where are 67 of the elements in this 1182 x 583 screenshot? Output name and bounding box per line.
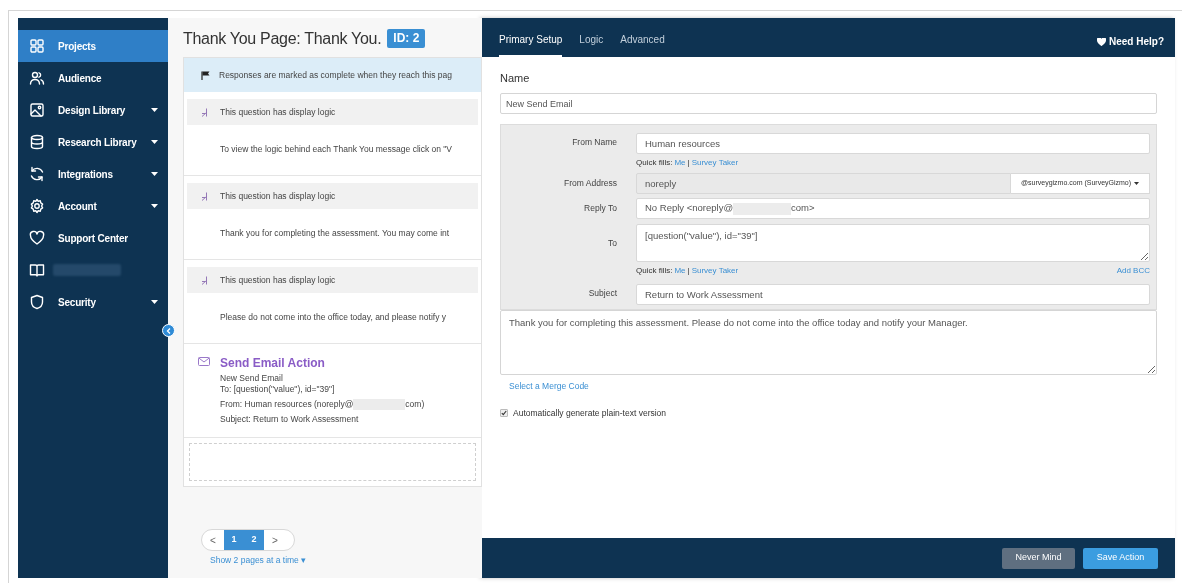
checkbox[interactable] — [500, 409, 508, 418]
sync-icon — [29, 166, 45, 182]
field-label: Subject — [587, 286, 617, 300]
image-icon — [29, 102, 45, 118]
database-icon — [29, 134, 45, 150]
cancel-button[interactable]: Never Mind — [1002, 547, 1075, 569]
quick-fills-label: Quick fills: — [636, 157, 673, 169]
previous-page-button[interactable]: < — [202, 530, 224, 550]
name-field[interactable]: New Send Email — [500, 93, 1157, 114]
logic-icon — [201, 107, 208, 117]
field-label: From Address — [563, 177, 617, 190]
book-icon — [29, 262, 45, 278]
next-page-button[interactable]: > — [264, 530, 286, 550]
sidebar-item[interactable]: Account — [18, 190, 168, 222]
id-badge: ID: 2 — [387, 29, 426, 48]
settings-icon — [29, 198, 45, 214]
mail-icon — [198, 357, 210, 366]
action-detail: From: Human resources (noreply@ — [220, 399, 354, 410]
separator: | — [687, 157, 690, 169]
logic-icon — [201, 275, 208, 285]
flag-icon — [201, 70, 210, 80]
logic-header: This question has display logic — [220, 273, 336, 287]
logic-message: Please do not come into the office today, and please notify y — [219, 311, 448, 324]
merge-code-link[interactable]: Select a Merge Code — [509, 380, 589, 393]
action-detail: To: [question("value"), id="39"] — [220, 384, 335, 395]
sidebar-item[interactable]: Security — [18, 286, 168, 318]
action-detail: Subject: Return to Work Assessment — [220, 414, 359, 425]
field-label: Reply To — [583, 202, 617, 215]
sidebar-item[interactable]: Design Library — [18, 94, 168, 126]
field-label: Name — [500, 71, 531, 86]
logic-message: To view the logic behind each Thank You message click on "V — [219, 143, 454, 156]
separator: | — [687, 265, 690, 277]
reply-to-field[interactable]: No Reply <noreply@ com> — [636, 198, 1150, 219]
chevron-left-icon — [165, 327, 172, 334]
action-title: Send Email Action — [220, 356, 326, 370]
logic-header: This question has display logic — [220, 189, 336, 203]
checkbox-label: Automatically generate plain-text version — [513, 406, 667, 420]
caret-icon — [1134, 182, 1140, 185]
from-name-field[interactable]: Human resources — [636, 133, 1150, 154]
logic-message: Thank you for completing the assessment. You may come int — [219, 227, 451, 240]
sidebar-item[interactable]: Research Library — [18, 126, 168, 158]
quick-fills-label: Quick fills: — [636, 265, 673, 277]
subject-field[interactable]: Return to Work Assessment — [636, 284, 1150, 305]
sidebar-item[interactable]: Integrations — [18, 158, 168, 190]
help-button[interactable]: Need Help? — [1097, 34, 1164, 49]
sidebar-item[interactable]: Projects — [18, 30, 168, 62]
sidebar-item[interactable]: Support Center — [18, 222, 168, 254]
page-title: Thank You Page: Thank You. — [183, 28, 382, 49]
banner-text: Responses are marked as complete when they reach this pag — [219, 68, 452, 82]
heart-icon — [1097, 37, 1106, 46]
from-address-field[interactable]: noreply — [636, 173, 1011, 194]
grid-icon — [29, 38, 45, 54]
to-field[interactable]: [question("value"), id="39"] — [636, 224, 1150, 262]
tab[interactable]: Advanced — [620, 24, 665, 57]
tab[interactable]: Logic — [579, 24, 604, 57]
field-label: From Name — [571, 135, 617, 149]
tab[interactable]: Primary Setup — [499, 24, 563, 57]
action-detail: com) — [405, 399, 425, 410]
shield-icon — [29, 294, 45, 310]
heart-icon — [29, 230, 45, 246]
field-label: To — [607, 236, 617, 250]
logic-icon — [201, 191, 208, 201]
message-field[interactable]: Thank you for completing this assessment. Please do not come into the office today and notify your Manager. — [500, 310, 1157, 375]
sidebar-item[interactable]: Audience — [18, 62, 168, 94]
logic-header: This question has display logic — [220, 105, 336, 119]
people-icon — [29, 70, 45, 86]
action-detail: New Send Email — [220, 373, 283, 384]
